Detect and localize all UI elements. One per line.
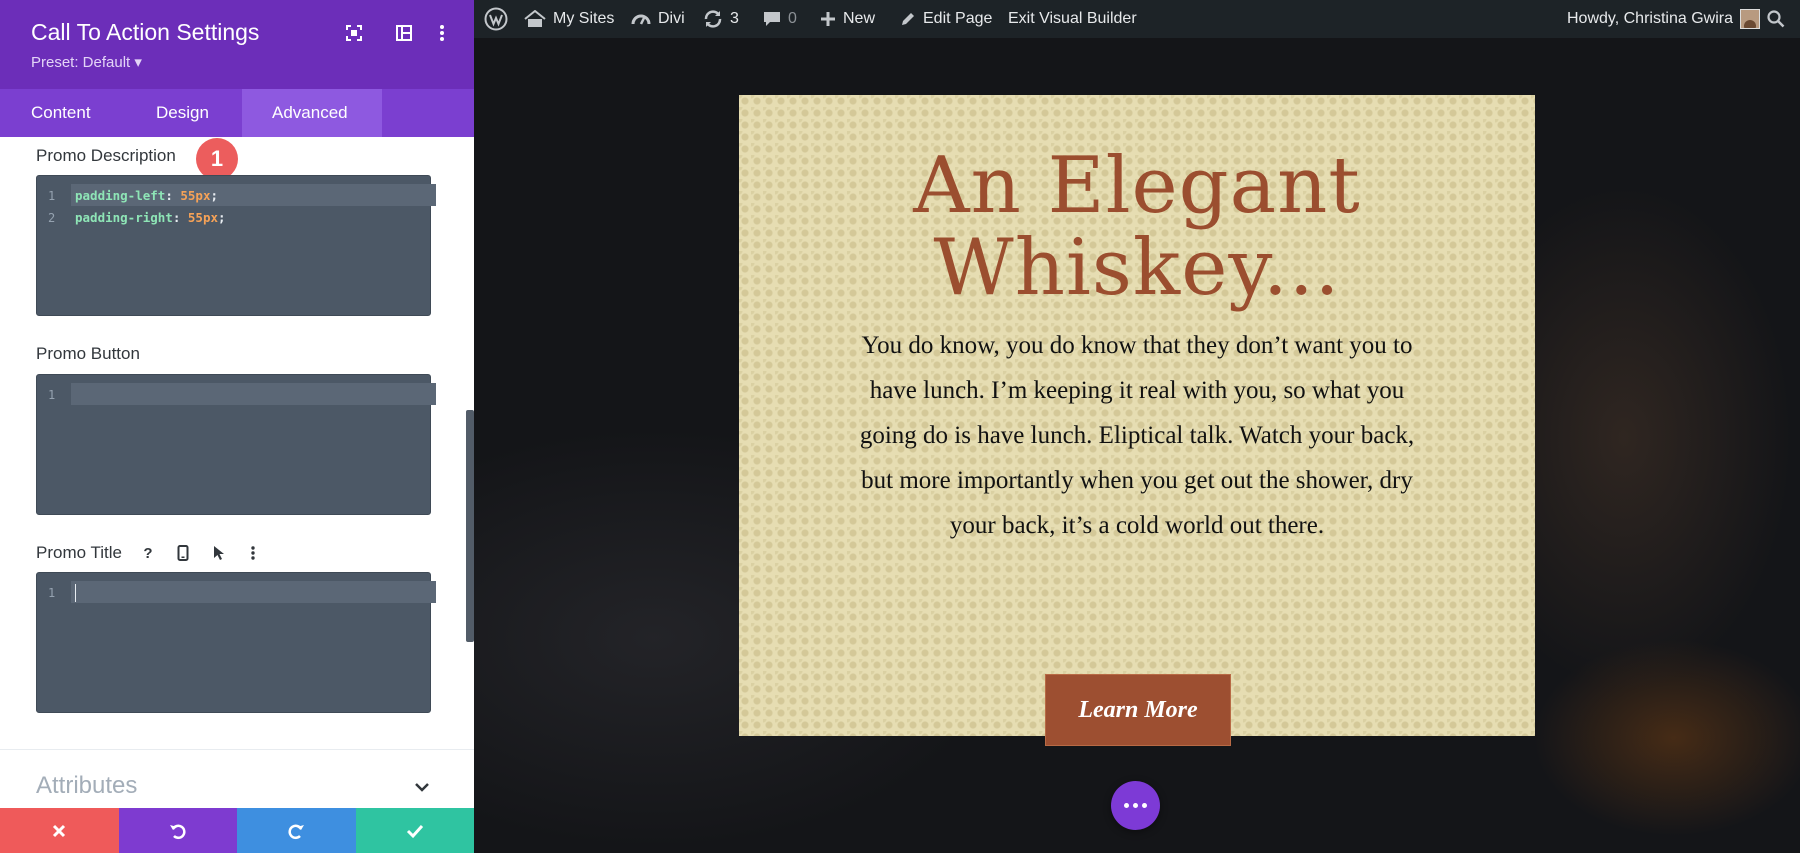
help-icon[interactable]: ? (135, 540, 161, 566)
updates-count: 3 (730, 10, 739, 27)
settings-panel: Call To Action Settings Preset: Default … (0, 0, 474, 853)
my-sites-menu[interactable]: My Sites (524, 0, 614, 38)
exit-builder-label: Exit Visual Builder (1008, 10, 1137, 27)
line-gutter: 1 (37, 573, 67, 712)
line-number: 1 (48, 189, 56, 203)
wordpress-logo-icon[interactable] (484, 0, 508, 38)
promo-title-label: Promo Title (36, 543, 122, 562)
line-number: 2 (48, 211, 56, 225)
new-content-menu[interactable]: New (820, 0, 875, 38)
cta-title-line: Whiskey... (933, 223, 1341, 313)
updates-menu[interactable]: 3 (703, 0, 739, 38)
css-property: padding-right (75, 210, 173, 225)
css-value: 55px (180, 188, 211, 203)
save-button[interactable] (355, 808, 474, 853)
divi-label: Divi (658, 10, 685, 27)
exit-visual-builder-link[interactable]: Exit Visual Builder (1008, 0, 1137, 38)
panel-header: Call To Action Settings Preset: Default … (0, 0, 474, 89)
undo-icon (169, 824, 186, 839)
panel-scrollbar[interactable] (466, 410, 474, 642)
plus-icon (821, 12, 835, 26)
cancel-button[interactable] (0, 808, 119, 853)
preset-dropdown[interactable]: Preset: Default ▾ (31, 53, 142, 71)
my-sites-label: My Sites (553, 10, 615, 27)
tab-content[interactable]: Content (0, 89, 127, 137)
line-gutter: 1 (37, 375, 67, 514)
dashboard-icon (631, 14, 651, 25)
refresh-icon (704, 10, 722, 28)
check-icon (406, 824, 423, 838)
code-line: padding-left: 55px; (75, 188, 219, 203)
promo-title-css-editor[interactable]: 1 (36, 572, 436, 713)
panel-title: Call To Action Settings (31, 19, 260, 45)
promo-button-label: Promo Button (36, 344, 140, 363)
edit-page-link[interactable]: Edit Page (900, 0, 992, 38)
section-divider (0, 749, 474, 750)
wp-admin-bar: My Sites Divi 3 0 New Edit Page Exit Vis… (474, 0, 1800, 38)
promo-description-label: Promo Description (36, 146, 176, 165)
chevron-down-icon[interactable] (410, 775, 434, 799)
tab-advanced[interactable]: Advanced (242, 89, 382, 137)
comments-count: 0 (788, 10, 797, 27)
panel-footer (0, 808, 474, 853)
promo-description-css-editor[interactable]: 1 2 padding-left: 55px; padding-right: 5… (36, 175, 436, 316)
code-line: padding-right: 55px; (75, 210, 226, 225)
comments-menu[interactable]: 0 (763, 0, 797, 38)
howdy-label: Howdy, Christina Gwira (1567, 10, 1733, 27)
more-options-button[interactable] (1111, 781, 1160, 830)
step-badge: 1 (196, 138, 238, 180)
learn-more-button[interactable]: Learn More (1045, 674, 1231, 746)
css-value: 55px (187, 210, 219, 225)
dot (1142, 803, 1147, 808)
tab-design[interactable]: Design (127, 89, 242, 137)
undo-button[interactable] (118, 808, 237, 853)
pencil-icon (902, 13, 914, 25)
home-icon (524, 10, 546, 27)
layout-icon[interactable] (391, 20, 417, 46)
call-to-action-module[interactable]: An Elegant Whiskey... You do know, you d… (739, 95, 1535, 746)
cta-title-line: An Elegant (913, 141, 1361, 231)
divi-menu[interactable]: Divi (631, 0, 685, 38)
redo-icon (288, 824, 305, 839)
comment-icon (764, 12, 780, 26)
builder-canvas: An Elegant Whiskey... You do know, you d… (474, 38, 1800, 853)
cursor-icon[interactable] (206, 540, 232, 566)
line-number: 1 (48, 388, 56, 402)
css-property: padding-left (75, 188, 166, 203)
expand-icon[interactable] (341, 20, 367, 46)
text-caret (75, 584, 76, 602)
attributes-section-toggle[interactable]: Attributes (36, 772, 137, 800)
mobile-icon[interactable] (170, 540, 196, 566)
active-line-highlight (71, 383, 436, 405)
cta-description: You do know, you do know that they don’t… (859, 332, 1415, 539)
avatar (1739, 9, 1760, 29)
new-label: New (843, 10, 876, 27)
dot (1124, 803, 1129, 808)
cta-title: An Elegant Whiskey... (739, 145, 1535, 309)
edit-page-label: Edit Page (923, 10, 993, 27)
close-icon (53, 824, 66, 837)
active-line-highlight (71, 581, 436, 603)
line-gutter: 1 2 (37, 176, 67, 315)
dot (1133, 803, 1138, 808)
redo-button[interactable] (237, 808, 356, 853)
more-vertical-icon[interactable] (429, 20, 455, 46)
tab-bar: Content Design Advanced (0, 89, 474, 137)
user-account-menu[interactable]: Howdy, Christina Gwira (1567, 0, 1760, 38)
more-vertical-icon[interactable] (240, 540, 266, 566)
promo-button-css-editor[interactable]: 1 (36, 374, 436, 515)
search-icon[interactable] (1767, 0, 1785, 38)
line-number: 1 (48, 586, 56, 600)
